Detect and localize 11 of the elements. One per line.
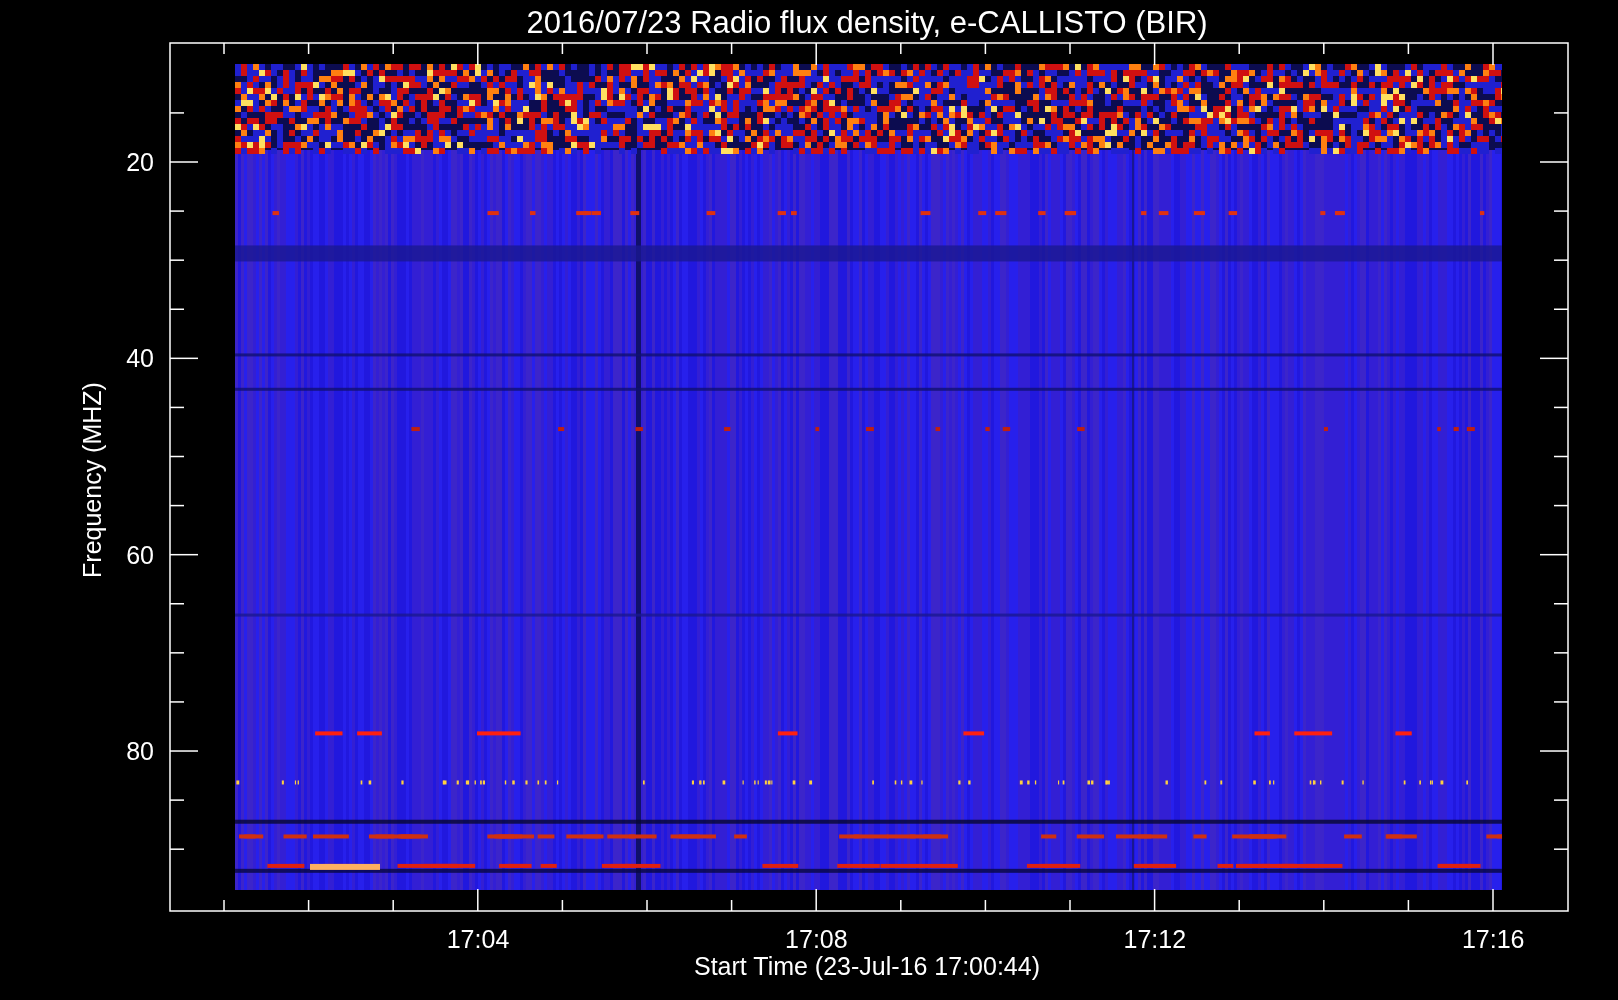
x-tick-label: 17:04 bbox=[446, 925, 510, 953]
x-tick-label: 17:08 bbox=[785, 925, 848, 953]
y-tick-label: 60 bbox=[126, 540, 154, 569]
x-tick-label: 17:12 bbox=[1123, 925, 1187, 953]
chart-title: 2016/07/23 Radio flux density, e-CALLISTO (BIR) bbox=[526, 5, 1208, 40]
y-tick-label: 80 bbox=[126, 737, 154, 765]
x-axis-label: Start Time (23-Jul-16 17:00:44) bbox=[694, 952, 1040, 980]
x-tick-label: 17:16 bbox=[1461, 925, 1525, 953]
y-axis-label: Frequency (MHZ) bbox=[78, 382, 106, 578]
y-tick-label: 20 bbox=[126, 148, 154, 176]
y-tick-label: 40 bbox=[126, 344, 154, 373]
